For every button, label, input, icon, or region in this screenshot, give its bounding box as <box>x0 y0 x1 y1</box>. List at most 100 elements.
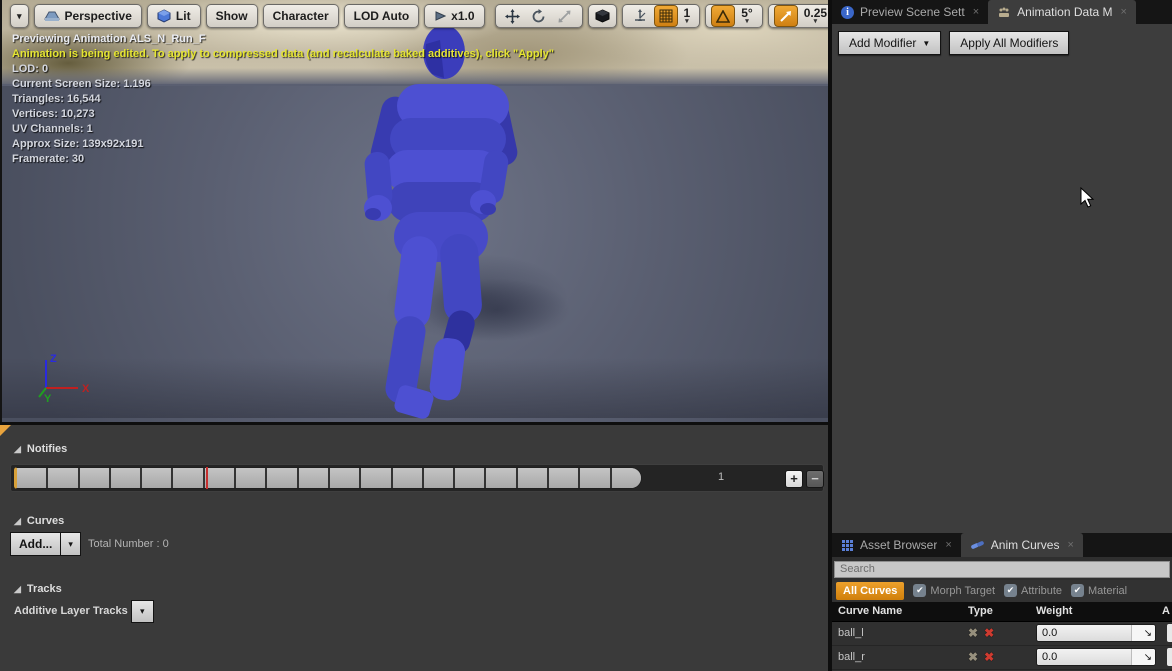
close-icon[interactable]: × <box>945 539 951 551</box>
stat-vertices: Vertices: 10,273 <box>12 107 554 122</box>
curve-row-ball-r[interactable]: ball_r ✖ ✖ 0.0 ↘ <box>832 646 1172 670</box>
notify-segment[interactable] <box>142 468 173 488</box>
scale-tool-button[interactable] <box>553 5 577 27</box>
tab-animation-data-modifiers[interactable]: Animation Data M × <box>988 0 1136 24</box>
notify-segment[interactable] <box>267 468 298 488</box>
lit-mode-button[interactable]: Lit <box>147 4 201 28</box>
rotation-snap-value-button[interactable]: 5° ▾ <box>737 8 756 25</box>
rotate-tool-button[interactable] <box>527 5 551 27</box>
spin-drag-icon[interactable]: ↘ <box>1131 649 1155 665</box>
anim-details-panel: ◢ Notifies 1 + − ◢ Curves Add... ▾ Total… <box>0 425 830 671</box>
all-curves-filter-button[interactable]: All Curves <box>836 582 904 600</box>
add-modifier-button[interactable]: Add Modifier ▼ <box>838 31 941 55</box>
curve-row-ball-l[interactable]: ball_l ✖ ✖ 0.0 ↘ <box>832 622 1172 646</box>
chevron-down-icon: ▾ <box>68 539 73 550</box>
asset-browser-icon <box>841 539 854 552</box>
perspective-button[interactable]: Perspective <box>34 4 142 28</box>
material-filter-checkbox[interactable]: ✔ Material <box>1071 584 1127 597</box>
notify-segment[interactable] <box>486 468 517 488</box>
apply-all-modifiers-button[interactable]: Apply All Modifiers <box>949 31 1069 55</box>
surface-snap-icon <box>632 9 648 23</box>
notify-segment[interactable] <box>173 468 204 488</box>
notify-track-strip[interactable] <box>14 467 642 489</box>
add-notify-track-button[interactable]: + <box>785 470 803 488</box>
scale-snap-toggle[interactable] <box>774 5 798 27</box>
rotation-snap-toggle[interactable] <box>711 5 735 27</box>
notify-segment[interactable] <box>549 468 580 488</box>
translate-tool-button[interactable] <box>501 5 525 27</box>
auto-checkbox[interactable] <box>1167 624 1172 642</box>
notify-track-count: 1 <box>701 471 741 483</box>
preview-viewport[interactable]: Previewing Animation ALS_N_Run_F Animati… <box>0 0 830 425</box>
add-curve-button[interactable]: Add... <box>10 532 61 556</box>
add-curve-dropdown-button[interactable]: ▾ <box>61 532 81 556</box>
panel-corner-marker <box>0 425 11 436</box>
tab-preview-scene-settings[interactable]: i Preview Scene Sett × <box>832 0 988 24</box>
checkbox-checked-icon: ✔ <box>1071 584 1084 597</box>
tracks-section-header[interactable]: ◢ Tracks <box>14 583 62 595</box>
notify-segment[interactable] <box>205 468 236 488</box>
material-flag-icon: ✖ <box>984 650 994 664</box>
morph-target-filter-checkbox[interactable]: ✔ Morph Target <box>913 584 995 597</box>
play-icon <box>434 10 446 22</box>
col-curve-name[interactable]: Curve Name <box>838 605 968 617</box>
chevron-down-icon: ▾ <box>814 19 818 25</box>
notify-segment[interactable] <box>424 468 455 488</box>
curve-weight-spinbox[interactable]: 0.0 ↘ <box>1036 624 1156 642</box>
notify-segment[interactable] <box>361 468 392 488</box>
gizmo-x-label: X <box>82 383 90 395</box>
coordinate-space-button[interactable] <box>588 4 617 28</box>
notify-segment[interactable] <box>48 468 79 488</box>
spin-drag-icon[interactable]: ↘ <box>1131 625 1155 641</box>
playhead-marker[interactable] <box>206 467 208 489</box>
curve-filter-row: All Curves ✔ Morph Target ✔ Attribute ✔ … <box>832 580 1172 602</box>
show-menu-button[interactable]: Show <box>206 4 258 28</box>
viewport-options-button[interactable]: ▾ <box>10 4 29 28</box>
notify-segment[interactable] <box>518 468 549 488</box>
checkbox-checked-icon: ✔ <box>1004 584 1017 597</box>
curve-name: ball_l <box>838 627 968 639</box>
close-icon[interactable]: × <box>1067 539 1073 551</box>
curve-search-input[interactable] <box>834 561 1170 578</box>
additive-layer-tracks-label: Additive Layer Tracks <box>14 605 128 617</box>
notify-segment[interactable] <box>455 468 486 488</box>
stat-screen-size: Current Screen Size: 1.196 <box>12 77 554 92</box>
attribute-filter-checkbox[interactable]: ✔ Attribute <box>1004 584 1062 597</box>
notify-segment[interactable] <box>17 468 48 488</box>
notify-segment[interactable] <box>580 468 611 488</box>
scale-icon <box>557 9 572 24</box>
curves-section-header[interactable]: ◢ Curves <box>14 515 64 527</box>
close-icon[interactable]: × <box>973 6 979 18</box>
col-auto[interactable]: A <box>1162 605 1172 617</box>
notifies-section-header[interactable]: ◢ Notifies <box>14 443 67 455</box>
notify-segment[interactable] <box>299 468 330 488</box>
lod-auto-button[interactable]: LOD Auto <box>344 4 420 28</box>
notify-segment[interactable] <box>612 468 641 488</box>
notify-segment[interactable] <box>80 468 111 488</box>
col-weight[interactable]: Weight <box>1036 605 1162 617</box>
info-icon: i <box>841 6 854 19</box>
remove-notify-track-button[interactable]: − <box>806 470 824 488</box>
scale-snap-value-button[interactable]: 0.25 ▾ <box>800 8 830 25</box>
surface-snap-button[interactable] <box>628 5 652 27</box>
notify-segment[interactable] <box>393 468 424 488</box>
modifier-icon <box>997 6 1011 18</box>
notify-segment[interactable] <box>236 468 267 488</box>
playback-speed-button[interactable]: x1.0 <box>424 4 484 28</box>
grid-snap-toggle[interactable] <box>654 5 678 27</box>
grid-snap-value-button[interactable]: 1 ▾ <box>680 8 695 25</box>
character-menu-button[interactable]: Character <box>263 4 339 28</box>
auto-checkbox[interactable] <box>1167 648 1172 666</box>
expander-icon: ◢ <box>14 516 21 527</box>
chevron-down-icon: ▼ <box>922 39 930 48</box>
notify-segment[interactable] <box>111 468 142 488</box>
notify-segment[interactable] <box>330 468 361 488</box>
notify-track-lane: 1 + − <box>10 464 824 492</box>
tab-asset-browser[interactable]: Asset Browser × <box>832 533 961 557</box>
col-type[interactable]: Type <box>968 605 1036 617</box>
close-icon[interactable]: × <box>1121 6 1127 18</box>
curve-table-header[interactable]: Curve Name Type Weight A <box>832 602 1172 622</box>
curve-weight-spinbox[interactable]: 0.0 ↘ <box>1036 648 1156 666</box>
tab-anim-curves[interactable]: Anim Curves × <box>961 533 1083 557</box>
additive-tracks-dropdown-button[interactable]: ▾ <box>131 600 154 623</box>
